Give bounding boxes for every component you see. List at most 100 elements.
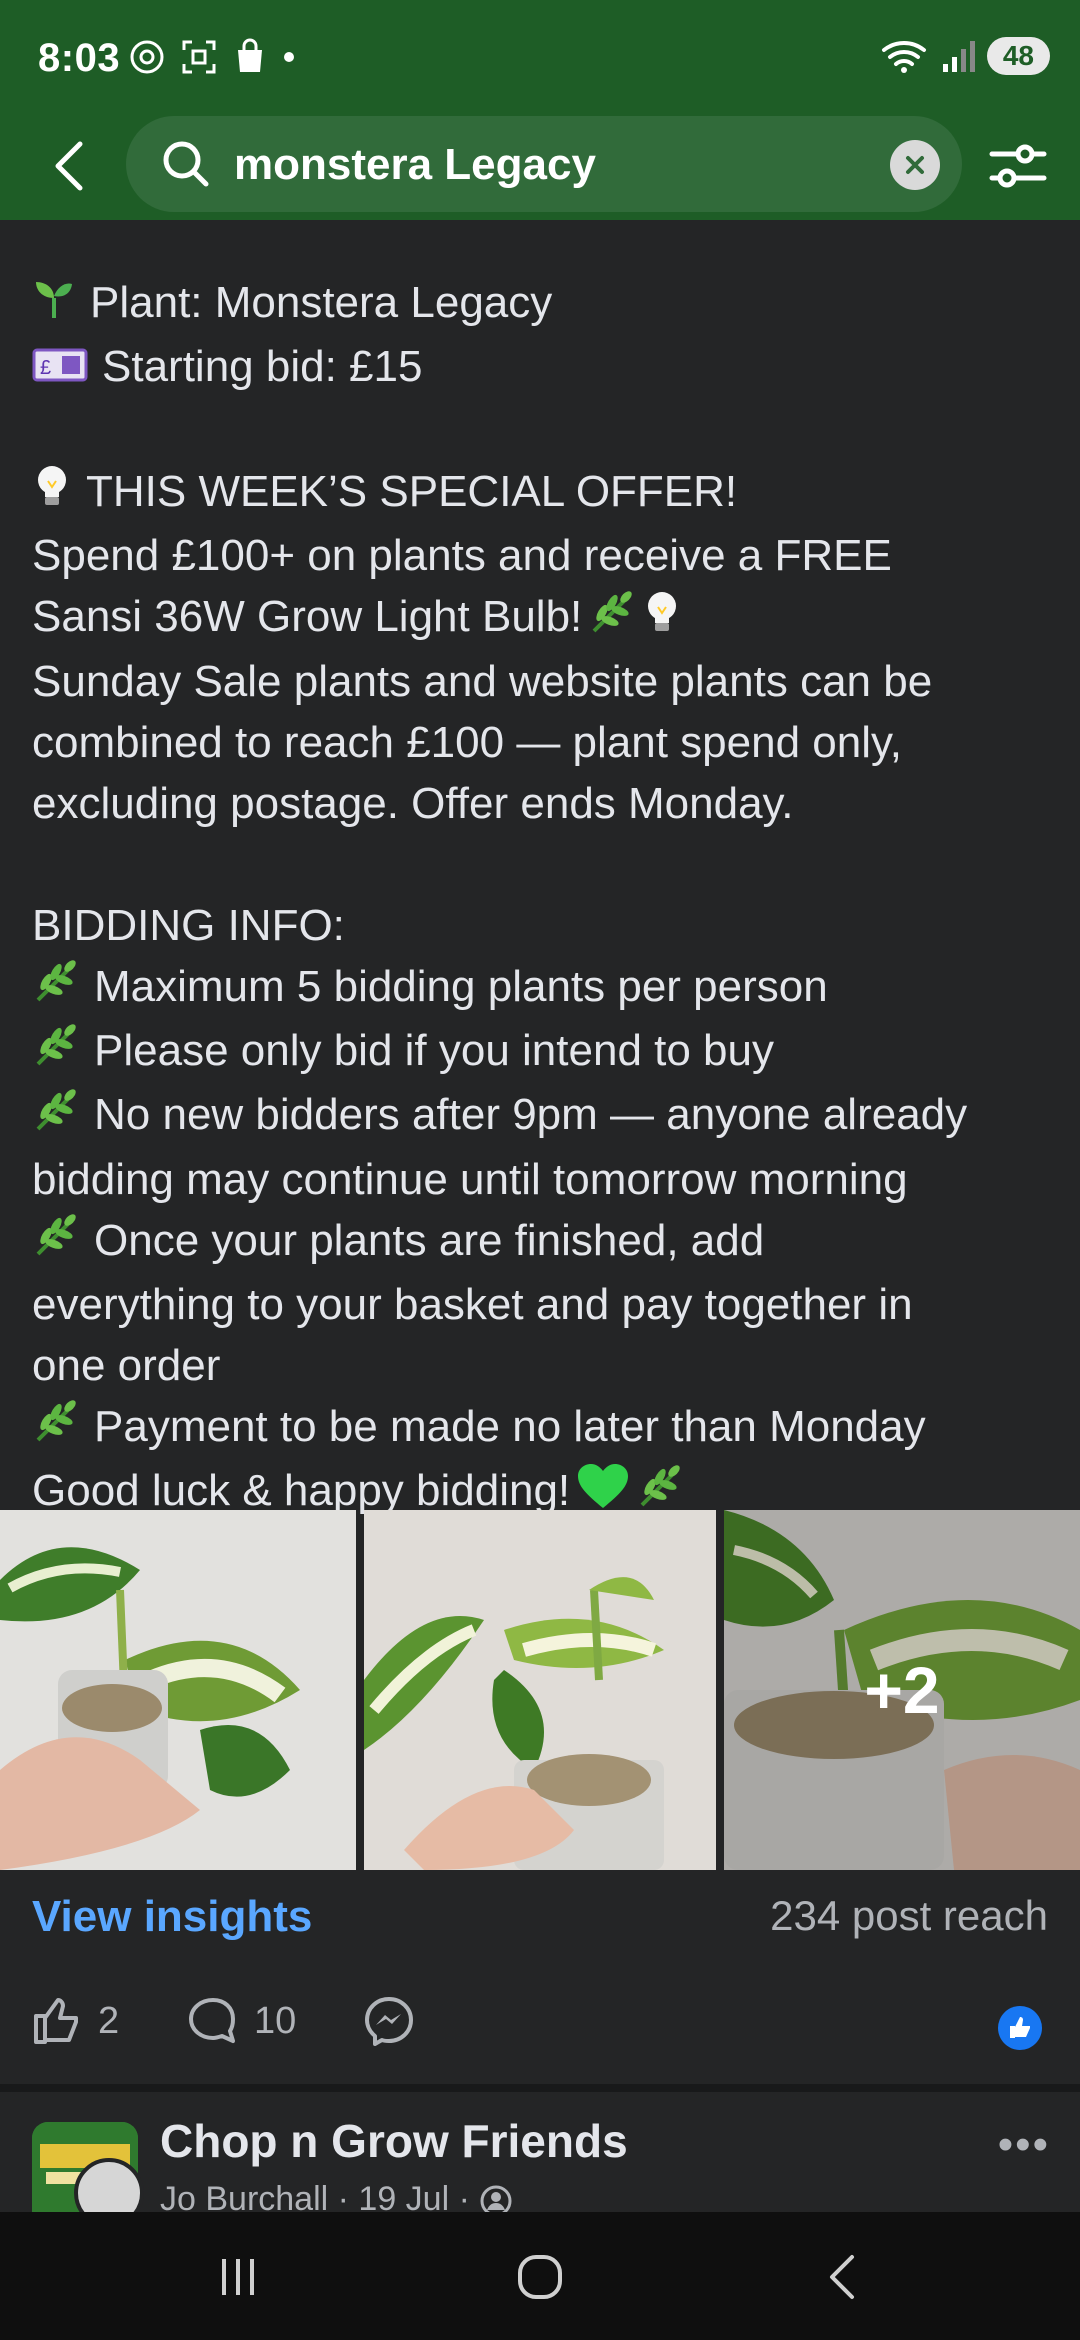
post-line-text: No new bidders after 9pm — anyone alread… [94,1090,968,1140]
post-line: everything to your basket and pay togeth… [32,1274,1052,1335]
plant-photo-2[interactable] [364,1510,716,1870]
post-line-text: Starting bid: £15 [102,341,423,391]
plant-photo-1-image [0,1510,356,1870]
privacy-members-icon [480,2185,512,2212]
search-field[interactable]: monstera Legacy [126,116,962,212]
filter-button[interactable] [988,140,1048,192]
system-nav-bar [0,2212,1080,2340]
herb-icon [32,1022,80,1084]
system-icons: 48 [881,36,1050,76]
bulb-icon [32,463,72,525]
sliders-icon [989,144,1047,188]
shopping-bag-icon [238,38,262,72]
post-line: one order [32,1335,1052,1396]
plant-photo-3[interactable]: +2 [724,1510,1080,1870]
messenger-icon [365,1997,413,2046]
herb-icon [32,958,80,1020]
money-icon: £ [32,339,88,400]
search-query[interactable]: monstera Legacy [234,140,596,190]
post-actions: 2 10 [0,1994,1080,2066]
view-insights-link[interactable]: View insights [32,1892,312,1942]
clear-search-button[interactable] [890,140,940,190]
post-line-text: Plant: Monstera Legacy [90,278,553,327]
post-line-text: combined to reach £100 — plant spend onl… [32,717,902,767]
post-line: Plant: Monstera Legacy [32,272,1052,336]
more-options-button[interactable]: ••• [998,2120,1050,2170]
next-post-header[interactable]: Chop n Grow Friends Jo Burchall · 19 Jul… [0,2092,1080,2212]
screenshot-icon [182,40,216,74]
post-line: Payment to be made no later than Monday [32,1396,1052,1460]
photo-grid[interactable]: +2 [0,1510,1080,1870]
more-photos-overlay[interactable]: +2 [724,1510,1080,1870]
signal-icon [942,41,975,72]
dot-icon [284,52,294,62]
post-line: Maximum 5 bidding plants per person [32,956,1052,1020]
post-line-text: Once your plants are finished, add [94,1215,765,1265]
comment-count: 10 [254,1999,297,2042]
post-line-text: Sansi 36W Grow Light Bulb! [32,592,583,642]
author-and-date[interactable]: Jo Burchall · 19 Jul · [160,2180,470,2212]
seedling-icon [32,275,76,336]
plant-photo-1[interactable] [0,1510,356,1870]
battery-level: 48 [986,37,1050,75]
recent-apps-button[interactable] [198,2242,278,2312]
comment-icon [189,1998,235,2043]
status-bar: 8:03 48 [0,0,1080,112]
messenger-share-button[interactable] [362,1994,416,2048]
back-icon [830,2255,854,2299]
post-line: THIS WEEK’S SPECIAL OFFER! [32,461,1052,525]
post-line-text: everything to your basket and pay togeth… [32,1280,913,1329]
herb-icon [32,1398,80,1460]
post-line-text: Maximum 5 bidding plants per person [94,961,828,1011]
notification-icons [128,38,296,76]
like-count: 2 [98,1999,120,2042]
post-line-text: THIS WEEK’S SPECIAL OFFER! [86,466,738,516]
close-icon [906,156,924,174]
like-button[interactable]: 2 [30,1994,119,2048]
post-line: No new bidders after 9pm — anyone alread… [32,1084,1052,1148]
post-line: Please only bid if you intend to buy [32,1020,1052,1084]
plant-photo-2-image [364,1510,716,1870]
post-line: combined to reach £100 — plant spend onl… [32,712,1052,773]
post-line: Spend £100+ on plants and receive a FREE [32,525,1052,586]
wifi-icon [881,40,926,73]
group-name[interactable]: Chop n Grow Friends [160,2114,628,2168]
post-line: £ Starting bid: £15 [32,336,1052,400]
post-line: excluding postage. Offer ends Monday. [32,773,1052,834]
post-line: Sunday Sale plants and website plants ca… [32,651,1052,712]
home-icon [518,2255,562,2299]
system-back-button[interactable] [802,2242,882,2312]
post-line-text: excluding postage. Offer ends Monday. [32,778,794,828]
comment-button[interactable]: 10 [186,1994,296,2048]
post-meta: Jo Burchall · 19 Jul · [160,2180,513,2212]
herb-icon [32,1087,80,1149]
herb-icon [588,589,636,651]
threads-icon [130,40,164,74]
post-text: Plant: Monstera Legacy £ Starting bid: £15… [32,272,1052,1526]
post-line-text: Sunday Sale plants and website plants ca… [32,656,933,706]
bulb-icon [642,589,682,651]
post-line-text: Please only bid if you intend to buy [94,1025,775,1075]
post-line-text: one order [32,1341,221,1390]
recent-apps-icon [222,2259,254,2295]
svg-text:£: £ [40,357,51,379]
post-line: Once your plants are finished, add [32,1210,1052,1274]
search-icon [163,141,209,187]
like-reaction-icon [998,2006,1042,2050]
thumbs-up-icon [34,1998,78,2044]
post-line-text: bidding may continue until tomorrow morn… [32,1154,908,1204]
clock: 8:03 [38,36,121,80]
post-line: Sansi 36W Grow Light Bulb! [32,586,1052,650]
post-divider [0,2084,1080,2092]
search-header: monstera Legacy [0,112,1080,220]
post-line-text: Good luck & happy bidding! [32,1466,571,1516]
herb-icon [32,1212,80,1274]
post-line-text: BIDDING INFO: [32,900,345,950]
back-button[interactable] [46,138,96,194]
home-button[interactable] [500,2242,580,2312]
post-reach: 234 post reach [770,1892,1048,1939]
post-line: bidding may continue until tomorrow morn… [32,1149,1052,1210]
post-line-text: Payment to be made no later than Monday [94,1402,926,1451]
